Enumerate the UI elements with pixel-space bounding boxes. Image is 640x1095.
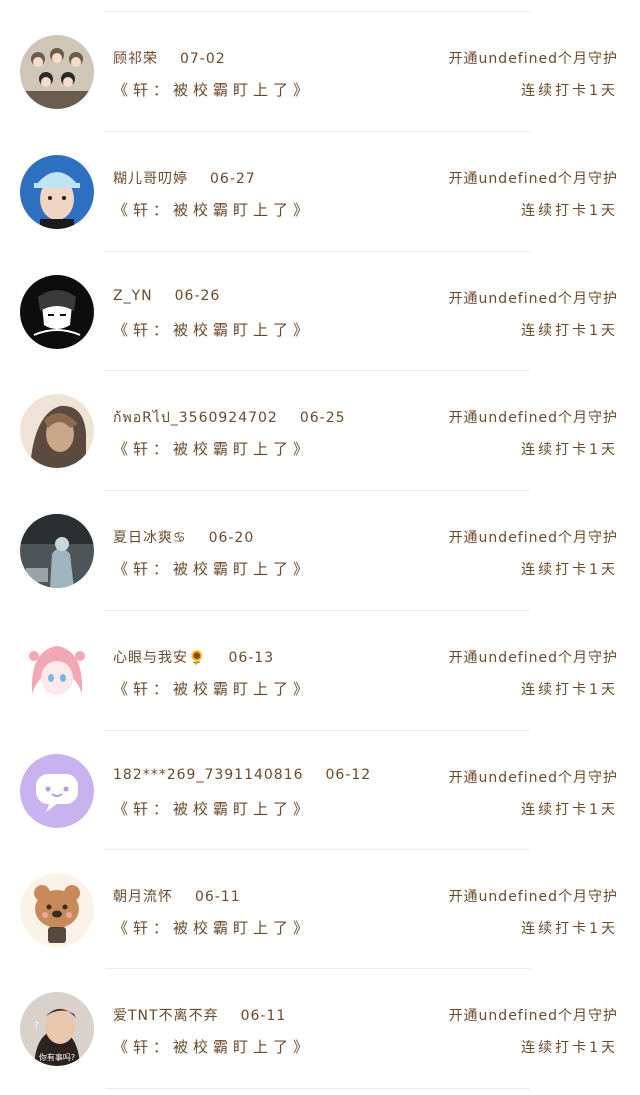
row-divider [105, 1088, 530, 1089]
user-meta: 心眼与我安🌻 06-13 [113, 647, 274, 667]
checkin-date: 06-25 [299, 410, 346, 426]
guard-status: 开通undefined个月守护 [448, 291, 618, 307]
supporter-row[interactable]: Z_YN 06-26 《轩：被校霸盯上了》 开通undefined个月守护 连续打… [0, 240, 640, 360]
bear-avatar[interactable] [20, 873, 94, 947]
book-title: 《轩：被校霸盯上了》 [113, 919, 314, 937]
guard-status: 开通undefined个月守护 [448, 530, 618, 546]
checkin-streak: 连续打卡1天 [521, 1040, 618, 1056]
anime-girl-avatar[interactable] [20, 634, 94, 708]
user-meta: 顾祁荣 07-02 [113, 48, 226, 68]
guard-status: 开通undefined个月守护 [448, 1008, 618, 1024]
supporter-row[interactable]: ? 你有事吗? 爱TNT不离不弃 06-11 《轩：被校霸盯上了》 开通undef… [0, 957, 640, 1077]
girl-hair-avatar[interactable] [20, 394, 94, 468]
supporter-row[interactable]: ก้พอRไป_3560924702 06-25 《轩：被校霸盯上了》 开通und… [0, 359, 640, 479]
user-meta: Z_YN 06-26 [113, 288, 220, 304]
sketch-girl-avatar[interactable] [20, 275, 94, 349]
checkin-date: 06-11 [240, 1008, 287, 1024]
supporter-list: 顾祁荣 07-02 《轩：被校霸盯上了》 开通undefined个月守护 连续打卡… [0, 0, 640, 1095]
book-title: 《轩：被校霸盯上了》 [113, 1038, 314, 1056]
guard-status: 开通undefined个月守护 [448, 51, 618, 67]
user-meta: 糊儿哥叨婷 06-27 [113, 168, 256, 188]
checkin-date: 06-26 [174, 288, 221, 304]
username[interactable]: Z_YN [113, 288, 153, 304]
username[interactable]: 糊儿哥叨婷 [113, 171, 188, 187]
supporter-row[interactable]: 糊儿哥叨婷 06-27 《轩：被校霸盯上了》 开通undefined个月守护 连续… [0, 120, 640, 240]
username[interactable]: 182***269_7391140816 [113, 767, 304, 783]
user-meta: 朝月流怀 06-11 [113, 886, 241, 906]
supporter-row[interactable]: 夏日冰爽♋ 06-20 《轩：被校霸盯上了》 开通undefined个月守护 连续… [0, 479, 640, 599]
book-title: 《轩：被校霸盯上了》 [113, 81, 314, 99]
checkin-streak: 连续打卡1天 [521, 442, 618, 458]
guard-status: 开通undefined个月守护 [448, 171, 618, 187]
book-title: 《轩：被校霸盯上了》 [113, 201, 314, 219]
guard-status: 开通undefined个月守护 [448, 410, 618, 426]
book-title: 《轩：被校霸盯上了》 [113, 560, 314, 578]
username[interactable]: 夏日冰爽♋ [113, 530, 187, 546]
book-title: 《轩：被校霸盯上了》 [113, 800, 314, 818]
username[interactable]: 顾祁荣 [113, 51, 158, 67]
user-meta: ก้พอRไป_3560924702 06-25 [113, 407, 346, 429]
book-title: 《轩：被校霸盯上了》 [113, 321, 314, 339]
street-photo-avatar[interactable] [20, 514, 94, 588]
checkin-streak: 连续打卡1天 [521, 562, 618, 578]
username[interactable]: 爱TNT不离不弃 [113, 1008, 219, 1024]
username[interactable]: ก้พอRไป_3560924702 [113, 410, 278, 426]
checkin-date: 06-12 [325, 767, 372, 783]
supporter-row[interactable]: 朝月流怀 06-11 《轩：被校霸盯上了》 开通undefined个月守护 连续打… [0, 838, 640, 958]
username[interactable]: 心眼与我安🌻 [113, 650, 206, 666]
guard-status: 开通undefined个月守护 [448, 770, 618, 786]
guard-status: 开通undefined个月守护 [448, 650, 618, 666]
group-photo-avatar[interactable] [20, 35, 94, 109]
checkin-streak: 连续打卡1天 [521, 323, 618, 339]
checkin-streak: 连续打卡1天 [521, 682, 618, 698]
supporter-row[interactable]: 心眼与我安🌻 06-13 《轩：被校霸盯上了》 开通undefined个月守护 连… [0, 599, 640, 719]
guard-status: 开通undefined个月守护 [448, 889, 618, 905]
book-title: 《轩：被校霸盯上了》 [113, 680, 314, 698]
user-meta: 182***269_7391140816 06-12 [113, 767, 371, 783]
checkin-streak: 连续打卡1天 [521, 921, 618, 937]
avatar-mark: ? [34, 1021, 39, 1031]
chat-bubble-avatar[interactable] [20, 754, 94, 828]
supporter-row[interactable]: 182***269_7391140816 06-12 《轩：被校霸盯上了》 开通u… [0, 719, 640, 839]
checkin-streak: 连续打卡1天 [521, 802, 618, 818]
checkin-streak: 连续打卡1天 [521, 203, 618, 219]
user-meta: 爱TNT不离不弃 06-11 [113, 1005, 286, 1025]
user-meta: 夏日冰爽♋ 06-20 [113, 527, 254, 547]
avatar-caption: 你有事吗? [39, 1052, 75, 1062]
supporter-row[interactable]: 顾祁荣 07-02 《轩：被校霸盯上了》 开通undefined个月守护 连续打卡… [0, 0, 640, 120]
checkin-streak: 连续打卡1天 [521, 83, 618, 99]
checkin-date: 06-27 [210, 171, 256, 187]
checkin-date: 06-13 [228, 650, 275, 666]
checkin-date: 06-20 [208, 530, 255, 546]
username[interactable]: 朝月流怀 [113, 889, 173, 905]
checkin-date: 06-11 [195, 889, 241, 905]
checkin-date: 07-02 [180, 51, 226, 67]
boy-photo-avatar[interactable]: ? 你有事吗? [20, 992, 94, 1066]
boy-cap-avatar[interactable] [20, 155, 94, 229]
book-title: 《轩：被校霸盯上了》 [113, 440, 314, 458]
